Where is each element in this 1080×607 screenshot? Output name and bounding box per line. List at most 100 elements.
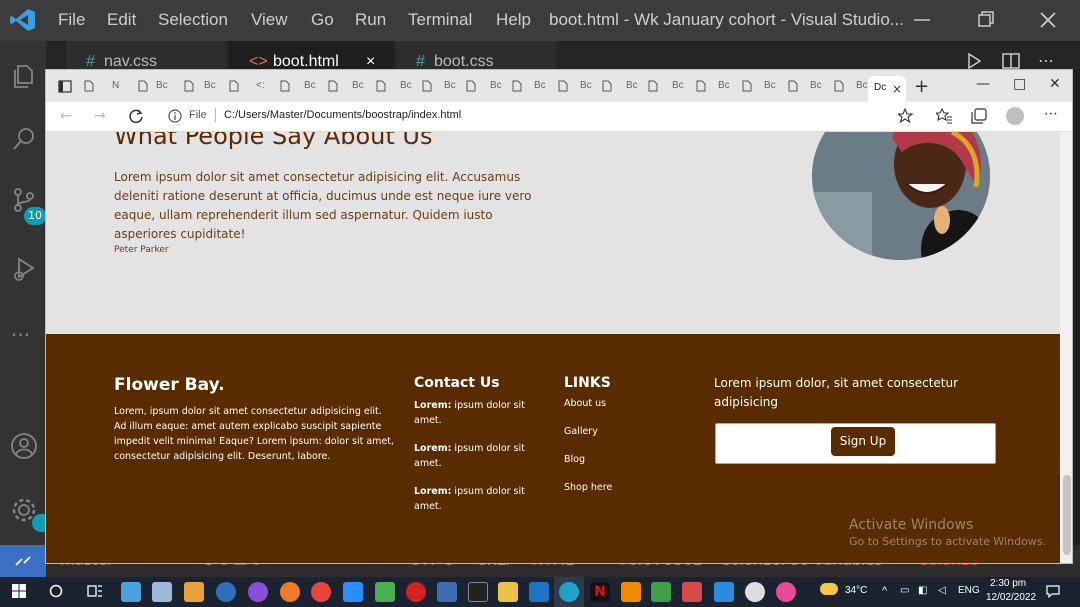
run-debug-icon[interactable] [11, 256, 37, 282]
notifications-icon[interactable] [1046, 584, 1060, 598]
clock-date[interactable]: 12/02/2022 [986, 592, 1036, 603]
task-view-icon[interactable] [87, 583, 103, 599]
sublime-icon[interactable] [184, 582, 204, 602]
browser-tab-page-icon[interactable] [834, 80, 844, 92]
globe-icon[interactable] [216, 582, 236, 602]
terminal-icon[interactable] [468, 582, 488, 602]
file-explorer-icon[interactable] [498, 582, 518, 602]
testimonial-text: Lorem ipsum dolor sit amet consectetur a… [114, 170, 532, 241]
browser-tab-page-icon[interactable] [602, 80, 612, 92]
calculator-icon[interactable] [437, 582, 457, 602]
css-file-icon: # [416, 53, 425, 70]
firefox-icon[interactable] [280, 582, 300, 602]
search-icon[interactable] [11, 126, 37, 152]
browser-tab-page-icon[interactable] [648, 80, 658, 92]
menu-go[interactable]: Go [311, 10, 334, 30]
red-app-icon[interactable] [682, 582, 702, 602]
menu-view[interactable]: View [251, 10, 288, 30]
back-icon[interactable]: ← [60, 108, 72, 124]
account-icon[interactable] [11, 433, 37, 459]
tab-close-icon[interactable]: × [366, 41, 375, 70]
app-icon[interactable] [152, 582, 172, 602]
browser-tab-page-icon[interactable] [558, 80, 568, 92]
opera-icon[interactable] [406, 582, 426, 602]
more-views-icon[interactable]: ··· [11, 323, 37, 349]
search-icon[interactable] [49, 584, 63, 598]
tray-chevron-icon[interactable]: ^ [882, 585, 887, 597]
css-file-icon: # [86, 53, 95, 70]
network-icon[interactable]: ◧ [918, 585, 927, 596]
browser-tab-page-icon[interactable] [788, 80, 798, 92]
remote-indicator[interactable] [0, 545, 46, 577]
favorite-add-icon[interactable] [898, 108, 914, 124]
run-icon[interactable] [966, 53, 982, 69]
clock-time[interactable]: 2:30 pm [990, 578, 1026, 589]
settings-more-icon[interactable]: ⋯ [1044, 106, 1058, 122]
menu-run[interactable]: Run [355, 10, 386, 30]
browser-tab-page-icon[interactable] [376, 80, 386, 92]
minimize-icon[interactable] [910, 8, 934, 32]
edge-icon[interactable] [559, 582, 579, 602]
new-tab-icon[interactable]: + [914, 76, 929, 97]
browser-tab-page-icon[interactable] [742, 80, 752, 92]
reload-icon[interactable] [128, 108, 144, 124]
browser-minimize-icon[interactable]: — [976, 76, 990, 92]
footer-link-about[interactable]: About us [564, 398, 606, 409]
menu-terminal[interactable]: Terminal [408, 10, 472, 30]
weather-temp[interactable]: 34°C [845, 585, 867, 596]
node-icon[interactable] [375, 582, 395, 602]
browser-tab-page-icon[interactable] [696, 80, 706, 92]
menu-file[interactable]: File [58, 10, 85, 30]
weather-icon[interactable] [820, 583, 838, 595]
obs-icon[interactable] [745, 582, 765, 602]
scrollbar-thumb[interactable] [1063, 475, 1071, 555]
explorer-icon[interactable] [11, 63, 37, 89]
address-bar[interactable]: C:/Users/Master/Documents/boostrap/index… [224, 109, 461, 121]
zoom-icon[interactable] [343, 582, 363, 602]
browser-tab-page-icon[interactable] [422, 80, 432, 92]
windows-start-icon[interactable] [12, 584, 26, 598]
volume-icon[interactable]: ◁ [938, 585, 946, 596]
tray-icon[interactable]: ▭ [900, 585, 909, 596]
restore-icon[interactable] [974, 8, 998, 32]
netflix-icon[interactable]: N [590, 582, 610, 602]
profile-avatar-icon[interactable] [1006, 107, 1024, 125]
browser-app-icon[interactable] [248, 582, 268, 602]
info-icon[interactable] [168, 109, 182, 123]
language-indicator[interactable]: ENG [958, 585, 980, 596]
vscode-taskbar-icon[interactable] [714, 582, 734, 602]
media-player-icon[interactable] [529, 582, 549, 602]
browser-tab-page-icon[interactable] [184, 80, 194, 92]
tab-actions-icon[interactable] [58, 80, 72, 93]
browser-tab-page-icon[interactable] [280, 80, 290, 92]
active-tab-close-icon[interactable]: × [892, 82, 902, 96]
browser-tab-page-icon[interactable] [84, 80, 94, 92]
footer-link-gallery[interactable]: Gallery [564, 426, 598, 437]
split-editor-icon[interactable] [1002, 53, 1020, 69]
more-actions-icon[interactable]: ⋯ [1038, 51, 1054, 70]
chrome-icon[interactable] [311, 582, 331, 602]
itunes-icon[interactable] [776, 582, 796, 602]
browser-tab-page-icon[interactable] [328, 80, 338, 92]
menu-help[interactable]: Help [496, 10, 531, 30]
browser-tab-page-icon[interactable] [229, 80, 239, 92]
favorites-icon[interactable] [936, 108, 952, 124]
close-window-icon[interactable] [1036, 8, 1060, 32]
forward-icon[interactable]: → [94, 108, 106, 124]
browser-tab-page-icon[interactable] [466, 80, 476, 92]
footer-link-blog[interactable]: Blog [564, 454, 585, 465]
git-icon[interactable] [651, 582, 671, 602]
browser-tab-page-icon[interactable] [138, 80, 148, 92]
collections-icon[interactable] [971, 108, 987, 124]
browser-tab-page-icon[interactable] [512, 80, 522, 92]
browser-maximize-icon[interactable]: □ [1013, 76, 1026, 92]
vlc-icon[interactable] [621, 582, 641, 602]
contact-item: Lorem: ipsum dolor sit amet. [414, 486, 525, 512]
browser-tab-label: Bc [764, 80, 776, 91]
mail-icon[interactable] [121, 582, 141, 602]
signup-button[interactable]: Sign Up [831, 427, 895, 456]
footer-link-shop[interactable]: Shop here [564, 482, 612, 493]
menu-edit[interactable]: Edit [107, 10, 136, 30]
browser-close-icon[interactable]: ✕ [1049, 76, 1061, 92]
menu-selection[interactable]: Selection [158, 10, 228, 30]
